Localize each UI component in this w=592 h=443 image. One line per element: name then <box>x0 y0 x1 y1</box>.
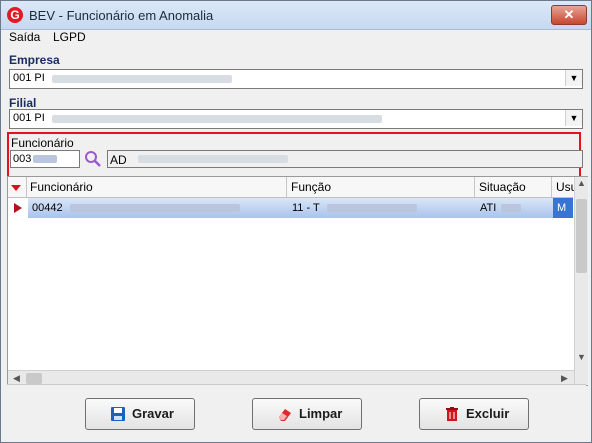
filial-label: Filial <box>9 96 37 110</box>
funcionario-name-field: AD <box>107 150 583 168</box>
trash-icon <box>446 407 458 421</box>
title-bar: G BEV - Funcionário em Anomalia ✕ <box>1 1 591 30</box>
menu-lgpd[interactable]: LGPD <box>53 30 86 44</box>
cell-funcao[interactable]: 11 - T <box>288 198 476 218</box>
menu-bar: Saída LGPD <box>1 29 591 47</box>
app-logo-icon: G <box>7 7 23 23</box>
funcionario-label: Funcionário <box>11 136 74 150</box>
footer-bar: Gravar Limpar Excluir <box>7 384 586 440</box>
menu-saida[interactable]: Saída <box>9 30 40 44</box>
excluir-label: Excluir <box>466 406 510 421</box>
row-pointer-icon <box>8 198 28 218</box>
empresa-redacted <box>52 75 232 83</box>
empresa-value: 001 PI <box>13 72 45 84</box>
menu-lgpd-label: LGPD <box>53 30 86 44</box>
limpar-button[interactable]: Limpar <box>252 398 362 430</box>
cell-funcionario[interactable]: 00442 <box>28 198 288 218</box>
save-icon <box>111 407 125 421</box>
scroll-up-icon[interactable]: ▲ <box>575 177 588 190</box>
cell-usuario[interactable]: M <box>553 198 573 218</box>
scroll-down-icon[interactable]: ▼ <box>575 351 588 364</box>
table-row[interactable]: 00442 11 - T ATI M <box>8 198 573 218</box>
chevron-down-icon[interactable]: ▼ <box>565 70 582 86</box>
eraser-icon <box>279 409 291 421</box>
funcionario-code-input[interactable]: 003 <box>10 150 80 168</box>
cell-usuario-text: M <box>557 202 567 214</box>
cell-redacted <box>326 204 417 213</box>
funcionario-name-value: AD <box>110 153 127 167</box>
horizontal-scroll-thumb[interactable] <box>26 373 42 384</box>
cell-redacted <box>501 204 522 213</box>
filial-value: 001 PI <box>13 112 45 124</box>
employee-grid: Funcionário Função Situação Usu 00442 11… <box>7 176 588 386</box>
gravar-button[interactable]: Gravar <box>85 398 195 430</box>
column-header-funcionario[interactable]: Funcionário <box>26 177 287 197</box>
column-header-funcao[interactable]: Função <box>287 177 475 197</box>
cell-situacao-text: ATI <box>480 202 497 214</box>
excluir-button[interactable]: Excluir <box>419 398 529 430</box>
triangle-down-icon <box>11 185 21 191</box>
funcionario-code-value: 003 <box>13 153 32 165</box>
search-icon[interactable] <box>84 150 102 168</box>
empresa-label: Empresa <box>9 53 60 67</box>
code-redacted <box>33 155 57 163</box>
close-button[interactable]: ✕ <box>551 5 587 25</box>
empresa-select[interactable]: 001 PI ▼ <box>9 69 583 89</box>
cell-redacted <box>69 204 240 213</box>
sort-indicator-icon[interactable] <box>8 177 27 197</box>
column-header-usuario[interactable]: Usu <box>552 177 577 197</box>
cell-funcionario-text: 00442 <box>32 202 63 214</box>
chevron-down-icon[interactable]: ▼ <box>565 110 582 126</box>
cell-funcao-text: 11 - T <box>292 202 320 214</box>
gravar-label: Gravar <box>132 406 174 421</box>
vertical-scroll-thumb[interactable] <box>576 199 587 273</box>
grid-header: Funcionário Função Situação Usu <box>8 177 577 198</box>
vertical-scrollbar[interactable]: ▲ ▼ <box>574 177 588 385</box>
name-redacted <box>138 155 288 163</box>
cell-situacao[interactable]: ATI <box>476 198 553 218</box>
filial-select[interactable]: 001 PI ▼ <box>9 109 583 129</box>
menu-saida-label: Saída <box>9 30 41 44</box>
filial-redacted <box>52 115 382 123</box>
column-header-situacao[interactable]: Situação <box>475 177 552 197</box>
limpar-label: Limpar <box>299 406 343 421</box>
window-title: BEV - Funcionário em Anomalia <box>29 8 214 23</box>
app-window: G BEV - Funcionário em Anomalia ✕ Saída … <box>0 0 592 443</box>
